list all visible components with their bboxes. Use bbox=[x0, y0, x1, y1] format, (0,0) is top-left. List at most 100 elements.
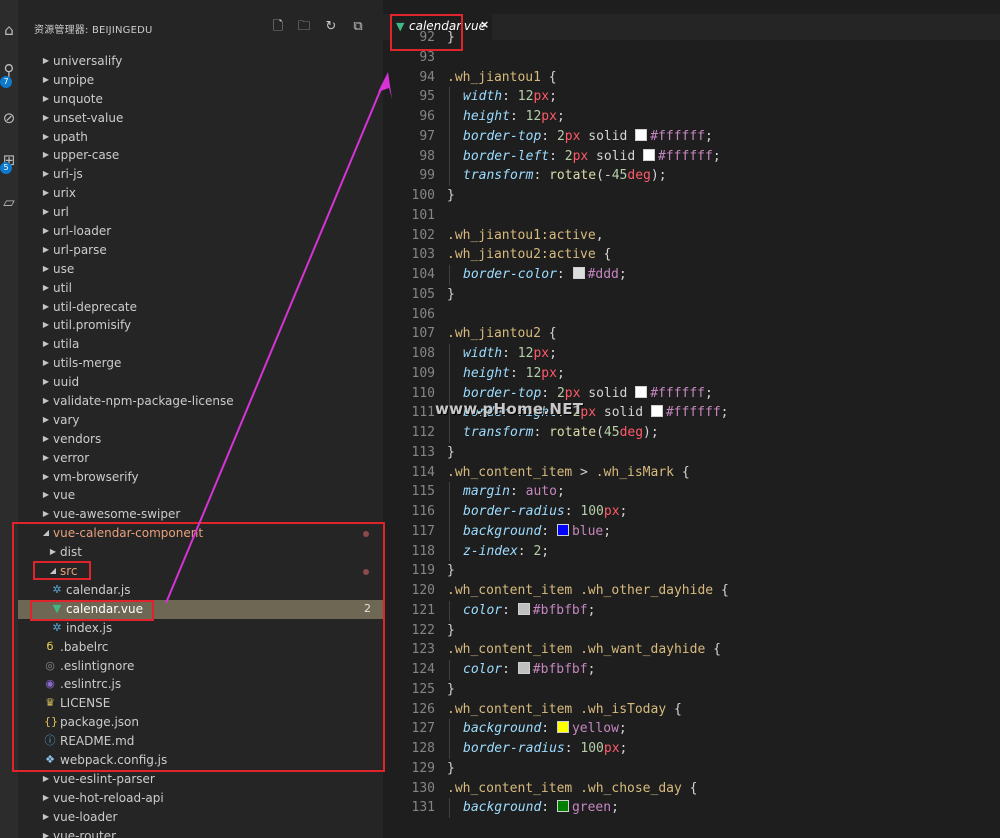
refresh-icon[interactable]: ↻ bbox=[321, 17, 341, 37]
eslint-file-icon: ◉ bbox=[45, 677, 55, 691]
chevron-right-icon[interactable]: ▶ bbox=[41, 505, 51, 524]
tree-folder[interactable]: ▶ vary bbox=[18, 411, 383, 430]
chevron-right-icon[interactable]: ▶ bbox=[41, 468, 51, 487]
chevron-right-icon[interactable]: ▶ bbox=[41, 335, 51, 354]
code-token: solid bbox=[588, 148, 644, 164]
tree-folder[interactable]: ▶ vm-browserify bbox=[18, 468, 383, 487]
tree-folder[interactable]: ◢ vue-calendar-component bbox=[18, 524, 383, 543]
code-view[interactable]: } .wh_jiantou1 {width: 12px; height: 12px;… bbox=[447, 28, 1000, 818]
tree-folder[interactable]: ▶ url-loader bbox=[18, 222, 383, 241]
tree-file[interactable]: ✲ index.js bbox=[18, 619, 383, 638]
tree-folder[interactable]: ▶ vue-eslint-parser bbox=[18, 770, 383, 789]
code-token: solid bbox=[580, 128, 636, 144]
tree-folder[interactable]: ▶ unquote bbox=[18, 90, 383, 109]
tree-folder[interactable]: ▶ url-parse bbox=[18, 241, 383, 260]
tree-folder[interactable]: ▶ universalify bbox=[18, 52, 383, 71]
tree-folder[interactable]: ▶ validate-npm-package-license bbox=[18, 392, 383, 411]
chevron-down-icon[interactable]: ◢ bbox=[41, 524, 51, 543]
tree-folder[interactable]: ▶ url bbox=[18, 203, 383, 222]
remote-icon[interactable]: ▱ bbox=[0, 190, 18, 214]
code-token: ; bbox=[556, 109, 565, 124]
chevron-right-icon[interactable]: ▶ bbox=[41, 808, 51, 827]
tree-folder[interactable]: ▶ vue bbox=[18, 486, 383, 505]
chevron-right-icon[interactable]: ▶ bbox=[41, 165, 51, 184]
tree-item-label: .eslintrc.js bbox=[60, 677, 122, 692]
chevron-right-icon[interactable]: ▶ bbox=[41, 827, 51, 838]
chevron-right-icon[interactable]: ▶ bbox=[41, 203, 51, 222]
chevron-right-icon[interactable]: ▶ bbox=[41, 373, 51, 392]
line-number: 109 bbox=[411, 365, 435, 381]
chevron-right-icon[interactable]: ▶ bbox=[41, 486, 51, 505]
tree-file[interactable]: ◉ .eslintrc.js bbox=[18, 675, 383, 694]
chevron-right-icon[interactable]: ▶ bbox=[41, 430, 51, 449]
new-folder-icon[interactable]: 🗀 bbox=[294, 17, 314, 37]
chevron-right-icon[interactable]: ▶ bbox=[41, 298, 51, 317]
tree-folder[interactable]: ▶ upper-case bbox=[18, 146, 383, 165]
chevron-right-icon[interactable]: ▶ bbox=[41, 316, 51, 335]
code-line: .wh_jiantou2:active { bbox=[447, 245, 1000, 265]
tree-folder[interactable]: ▶ vue-router bbox=[18, 827, 383, 838]
tree-folder[interactable]: ▶ urix bbox=[18, 184, 383, 203]
chevron-right-icon[interactable]: ▶ bbox=[48, 543, 58, 562]
tree-file[interactable]: ♛ LICENSE bbox=[18, 694, 383, 713]
code-token: 100 bbox=[580, 741, 604, 756]
tree-folder[interactable]: ▶ vendors bbox=[18, 430, 383, 449]
tree-folder[interactable]: ◢ src bbox=[18, 562, 383, 581]
editor-area: ▼ calendar.vue × 92 93 94 95 96 97 98 99 100 101 1… bbox=[383, 0, 1000, 838]
tree-folder[interactable]: ▶ verror bbox=[18, 449, 383, 468]
tree-file[interactable]: ⓘ README.md bbox=[18, 732, 383, 751]
code-token: border-top bbox=[463, 385, 542, 401]
tree-file[interactable]: ✲ calendar.js bbox=[18, 581, 383, 600]
chevron-right-icon[interactable]: ▶ bbox=[41, 449, 51, 468]
tree-folder[interactable]: ▶ utils-merge bbox=[18, 354, 383, 373]
tree-file[interactable]: ❖ webpack.config.js bbox=[18, 751, 383, 770]
code-line: background: blue; bbox=[447, 521, 1000, 542]
tree-file[interactable]: {} package.json bbox=[18, 713, 383, 732]
tree-file[interactable]: ◎ .eslintignore bbox=[18, 657, 383, 676]
code-token: #ffffff bbox=[650, 128, 706, 144]
chevron-right-icon[interactable]: ▶ bbox=[41, 109, 51, 128]
code-token: .wh_content_item bbox=[447, 642, 573, 658]
chevron-right-icon[interactable]: ▶ bbox=[41, 392, 51, 411]
chevron-right-icon[interactable]: ▶ bbox=[41, 128, 51, 147]
debug-icon[interactable]: ⊘ bbox=[0, 106, 18, 130]
tree-folder[interactable]: ▶ util-deprecate bbox=[18, 298, 383, 317]
chevron-right-icon[interactable]: ▶ bbox=[41, 354, 51, 373]
chevron-right-icon[interactable]: ▶ bbox=[41, 52, 51, 71]
chevron-right-icon[interactable]: ▶ bbox=[41, 411, 51, 430]
tree-folder[interactable]: ▶ unset-value bbox=[18, 109, 383, 128]
tree-folder[interactable]: ▶ uri-js bbox=[18, 165, 383, 184]
chevron-right-icon[interactable]: ▶ bbox=[41, 241, 51, 260]
tree-folder[interactable]: ▶ utila bbox=[18, 335, 383, 354]
chevron-right-icon[interactable]: ▶ bbox=[41, 770, 51, 789]
chevron-right-icon[interactable]: ▶ bbox=[41, 90, 51, 109]
tree-folder[interactable]: ▶ vue-loader bbox=[18, 808, 383, 827]
tree-item-label: utila bbox=[53, 337, 80, 352]
tree-folder[interactable]: ▶ dist bbox=[18, 543, 383, 562]
explorer-icon[interactable]: ⌂ bbox=[0, 18, 18, 42]
line-number: 123 bbox=[411, 642, 435, 658]
chevron-right-icon[interactable]: ▶ bbox=[41, 789, 51, 808]
chevron-right-icon[interactable]: ▶ bbox=[41, 146, 51, 165]
tree-folder[interactable]: ▶ util bbox=[18, 279, 383, 298]
code-token: } bbox=[447, 563, 455, 579]
chevron-right-icon[interactable]: ▶ bbox=[41, 71, 51, 90]
chevron-down-icon[interactable]: ◢ bbox=[48, 562, 58, 581]
tree-file[interactable]: ▼ calendar.vue 2 bbox=[18, 599, 383, 619]
tree-folder[interactable]: ▶ use bbox=[18, 260, 383, 279]
tree-folder[interactable]: ▶ util.promisify bbox=[18, 316, 383, 335]
tree-folder[interactable]: ▶ uuid bbox=[18, 373, 383, 392]
tree-folder[interactable]: ▶ upath bbox=[18, 128, 383, 147]
collapse-all-icon[interactable]: ⧉ bbox=[348, 17, 368, 37]
tree-file[interactable]: б .babelrc bbox=[18, 638, 383, 657]
chevron-right-icon[interactable]: ▶ bbox=[41, 279, 51, 298]
tree-folder[interactable]: ▶ unpipe bbox=[18, 71, 383, 90]
new-file-icon[interactable]: 🗋 bbox=[268, 17, 288, 37]
tree-folder[interactable]: ▶ vue-hot-reload-api bbox=[18, 789, 383, 808]
chevron-right-icon[interactable]: ▶ bbox=[41, 260, 51, 279]
code-line: .wh_content_item .wh_isToday { bbox=[447, 700, 1000, 720]
chevron-right-icon[interactable]: ▶ bbox=[41, 222, 51, 241]
code-token: } bbox=[447, 30, 455, 45]
tree-folder[interactable]: ▶ vue-awesome-swiper bbox=[18, 505, 383, 524]
chevron-right-icon[interactable]: ▶ bbox=[41, 184, 51, 203]
